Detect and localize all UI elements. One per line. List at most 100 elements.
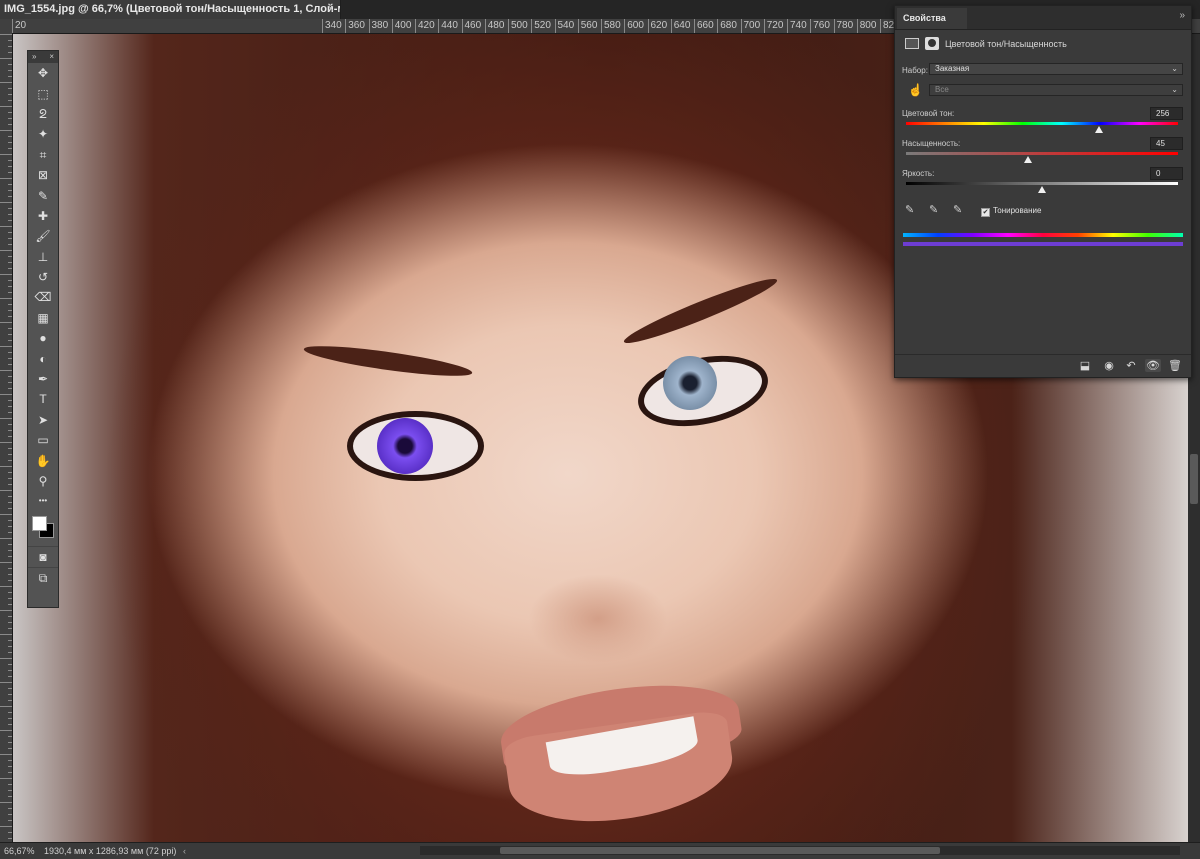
ruler-tick <box>8 94 12 95</box>
ruler-tick <box>8 244 12 245</box>
horizontal-scrollbar[interactable] <box>420 846 1180 855</box>
foreground-color-swatch[interactable] <box>32 515 47 531</box>
type-tool-icon[interactable]: T <box>28 389 58 409</box>
eyedropper-tool-icon[interactable]: ✎ <box>28 185 58 205</box>
ruler-tick <box>8 688 12 689</box>
frame-tool-icon[interactable]: ⊠ <box>28 165 58 185</box>
channel-dropdown[interactable]: Все ⌄ <box>929 84 1183 96</box>
quick-mask-icon[interactable]: ◙ <box>28 545 58 567</box>
layer-mask-icon[interactable] <box>925 37 939 50</box>
clip-to-layer-icon[interactable]: ⬓ <box>1077 359 1093 372</box>
horizontal-scroll-thumb[interactable] <box>500 847 940 854</box>
ruler-tick <box>8 760 12 761</box>
healing-brush-tool-icon[interactable]: ✚ <box>28 206 58 226</box>
preset-dropdown[interactable]: Заказная ⌄ <box>929 63 1183 75</box>
hue-slider-thumb[interactable] <box>1095 126 1104 133</box>
ruler-mark: 640 <box>670 19 690 33</box>
eraser-tool-icon[interactable]: ⌫ <box>28 287 58 307</box>
ruler-tick <box>8 160 12 161</box>
ruler-tick <box>8 640 12 641</box>
ruler-mark: 20 <box>12 19 26 33</box>
ruler-tick <box>8 622 12 623</box>
tool-list: ✥ ⬚ ᘖ ✦ ⌗ ⊠ ✎ ✚ 🖌 ⊥ ↺ ⌫ ▦ ● ◐ ✒ T ➤ ▭ ✋ ⚲ ••• <box>28 63 58 512</box>
color-swatches[interactable] <box>28 512 58 546</box>
ruler-tick <box>8 436 12 437</box>
status-menu-arrow-icon[interactable]: ‹ <box>183 843 186 859</box>
adjustment-layer-icon[interactable] <box>905 38 919 49</box>
collapse-tools-icon[interactable]: » <box>32 51 36 63</box>
lightness-slider-thumb[interactable] <box>1038 186 1046 193</box>
lightness-input[interactable]: 0 <box>1150 167 1183 180</box>
move-tool-icon[interactable]: ✥ <box>28 63 58 83</box>
saturation-slider-thumb[interactable] <box>1024 156 1033 163</box>
toggle-visibility-icon[interactable]: 👁 <box>1145 359 1161 372</box>
close-tools-icon[interactable]: × <box>49 51 54 63</box>
ruler-tick <box>8 430 12 431</box>
clone-stamp-tool-icon[interactable]: ⊥ <box>28 247 58 267</box>
crop-tool-icon[interactable]: ⌗ <box>28 145 58 165</box>
hue-input[interactable]: 256 <box>1150 107 1183 120</box>
zoom-level[interactable]: 66,67% <box>4 843 35 859</box>
saturation-input[interactable]: 45 <box>1150 137 1183 150</box>
hue-slider-track[interactable] <box>906 122 1178 125</box>
saturation-slider-track[interactable] <box>906 152 1178 155</box>
hand-tool-icon[interactable]: ✋ <box>28 450 58 470</box>
rectangle-tool-icon[interactable]: ▭ <box>28 430 58 450</box>
ruler-mark: 500 <box>508 19 528 33</box>
ruler-tick <box>8 748 12 749</box>
tab-properties[interactable]: Свойства <box>897 8 967 29</box>
ruler-tick <box>8 220 12 221</box>
lightness-slider-track[interactable] <box>906 182 1178 185</box>
eyedropper-minus-icon[interactable]: ✎ <box>953 203 962 216</box>
ruler-tick <box>8 652 12 653</box>
ruler-tick <box>8 838 12 839</box>
path-selection-tool-icon[interactable]: ➤ <box>28 410 58 430</box>
ruler-tick <box>8 700 12 701</box>
ruler-tick <box>8 340 12 341</box>
ruler-mark: 600 <box>624 19 644 33</box>
ruler-tick <box>8 214 12 215</box>
ruler-tick <box>8 550 12 551</box>
status-bar: 66,67% 1930,4 мм x 1286,93 мм (72 ppi) ‹ <box>0 842 1200 859</box>
close-document-icon[interactable]: × <box>328 0 334 19</box>
vertical-scroll-thumb[interactable] <box>1190 454 1198 504</box>
more-tools-icon[interactable]: ••• <box>28 491 58 511</box>
document-tab[interactable]: IMG_1554.jpg @ 66,7% (Цветовой тон/Насыщ… <box>0 0 341 19</box>
document-info[interactable]: 1930,4 мм x 1286,93 мм (72 ppi) <box>44 843 176 859</box>
eyedropper-icon[interactable]: ✎ <box>905 203 914 216</box>
magic-wand-tool-icon[interactable]: ✦ <box>28 124 58 144</box>
zoom-tool-icon[interactable]: ⚲ <box>28 471 58 491</box>
collapse-panel-icon[interactable]: » <box>1179 10 1185 21</box>
ruler-tick <box>8 742 12 743</box>
ruler-mark: 720 <box>763 19 783 33</box>
eyedropper-plus-icon[interactable]: ✎ <box>929 203 938 216</box>
screen-mode-icon[interactable]: ⧉ <box>28 566 58 588</box>
lasso-tool-icon[interactable]: ᘖ <box>28 104 58 124</box>
ruler-tick <box>8 766 12 767</box>
marquee-tool-icon[interactable]: ⬚ <box>28 83 58 103</box>
eyedropper-group: ✎ ✎ ✎ <box>905 203 985 219</box>
ruler-tick <box>8 676 12 677</box>
tools-panel-header[interactable]: » × <box>28 51 58 63</box>
ruler-tick <box>8 76 12 77</box>
blur-tool-icon[interactable]: ● <box>28 328 58 348</box>
ruler-tick <box>8 100 12 101</box>
dodge-tool-icon[interactable]: ◐ <box>28 348 58 368</box>
brush-tool-icon[interactable]: 🖌 <box>28 226 58 246</box>
ruler-mark: 360 <box>345 19 365 33</box>
ruler-tick <box>0 490 12 491</box>
ruler-mark: 340 <box>322 19 342 33</box>
view-previous-state-icon[interactable]: ◉ <box>1101 359 1117 372</box>
colorize-checkbox[interactable]: ✔ <box>981 208 990 217</box>
reset-icon[interactable]: ↶ <box>1123 359 1139 372</box>
delete-icon[interactable]: 🗑 <box>1167 359 1183 372</box>
properties-panel: Свойства » Цветовой тон/Насыщенность Наб… <box>894 5 1192 378</box>
ruler-tick <box>8 772 12 773</box>
pen-tool-icon[interactable]: ✒ <box>28 369 58 389</box>
ruler-tick <box>8 40 12 41</box>
gradient-tool-icon[interactable]: ▦ <box>28 308 58 328</box>
on-image-adjust-icon[interactable]: ☝ <box>908 83 923 97</box>
history-brush-tool-icon[interactable]: ↺ <box>28 267 58 287</box>
ruler-tick <box>8 334 12 335</box>
ruler-tick <box>0 826 12 827</box>
